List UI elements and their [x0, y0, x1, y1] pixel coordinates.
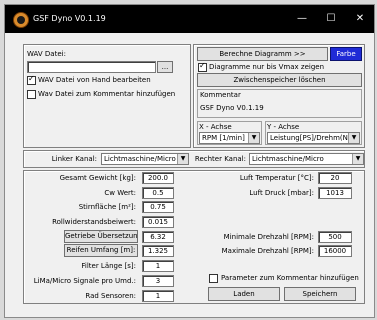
chk-vmax[interactable]: ✓	[198, 61, 207, 72]
y-axis-group: Y - Achse Leistung[PS]/Drehm(Nm) ▼	[265, 121, 362, 145]
x-axis-group: X - Achse RPM [1/min] ▼	[197, 121, 262, 145]
y-axis-label: Y - Achse	[267, 123, 300, 131]
right-channel-select[interactable]: Lichtmaschine/Micro ▼	[249, 153, 364, 165]
air-temp-label: Luft Temperatur [°C]:	[239, 174, 314, 182]
frontal-area-field[interactable]: 0.75	[142, 201, 174, 213]
chk-params-to-comment-label: Parameter zum Kommentar hinzufügen	[221, 274, 359, 282]
check-mark-icon: ✓	[28, 74, 35, 83]
save-button[interactable]: Speichern	[284, 287, 356, 301]
client-area: WAV Datei: ... ✓ WAV Datei von Hand bear…	[5, 33, 374, 317]
browse-button[interactable]: ...	[157, 61, 173, 73]
wav-panel: WAV Datei: ... ✓ WAV Datei von Hand bear…	[23, 44, 191, 148]
y-axis-select[interactable]: Leistung[PS]/Drehm(Nm) ▼	[267, 132, 360, 144]
x-axis-value: RPM [1/min]	[202, 134, 245, 142]
title-bar: GSF Dyno V0.1.19 — ☐ ✕	[5, 5, 374, 33]
chk-vmax-label: Diagramme nur bis Vmax zeigen	[209, 63, 325, 71]
cw-field[interactable]: 0.5	[142, 187, 174, 199]
gear-ratio-button[interactable]: Getriebe Übersetzung:	[64, 230, 138, 243]
chevron-down-icon: ▼	[177, 154, 188, 164]
chk-params-to-comment[interactable]	[209, 274, 218, 283]
chevron-down-icon: ▼	[348, 133, 359, 143]
air-temp-field[interactable]: 20	[318, 172, 352, 184]
gear-ratio-field[interactable]: 6.32	[142, 231, 174, 243]
min-rpm-field[interactable]: 500	[318, 231, 352, 243]
air-pressure-label: Luft Druck [mbar]:	[249, 189, 314, 197]
comment-field[interactable]: GSF Dyno V0.1.19	[200, 104, 264, 112]
channel-bar: Linker Kanal: Lichtmaschine/Micro ▼ Rech…	[23, 150, 365, 168]
signals-per-rev-label: LiMa/Micro Signale pro Umd.:	[33, 277, 136, 285]
parameters-panel: Gesamt Gewicht [kg]: 200.0 Cw Wert: 0.5 …	[23, 170, 365, 304]
chk-wav-to-comment[interactable]	[27, 90, 36, 99]
tire-circumference-field[interactable]: 1.325	[142, 245, 174, 257]
rolling-resistance-field[interactable]: 0.015	[142, 216, 174, 228]
left-channel-value: Lichtmaschine/Micro	[104, 155, 176, 163]
chk-manual-edit-label: WAV Datei von Hand bearbeiten	[38, 76, 151, 84]
filter-length-label: Filter Länge [s]:	[81, 262, 136, 270]
calculate-diagram-button[interactable]: Berechne Diagramm >>	[197, 47, 328, 61]
signals-per-rev-field[interactable]: 3	[142, 275, 174, 287]
chevron-down-icon: ▼	[352, 154, 363, 164]
chk-wav-to-comment-label: Wav Datei zum Kommentar hinzufügen	[38, 90, 176, 98]
y-axis-value: Leistung[PS]/Drehm(Nm)	[270, 134, 358, 142]
left-channel-select[interactable]: Lichtmaschine/Micro ▼	[101, 153, 189, 165]
wheel-sensors-field[interactable]: 1	[142, 290, 174, 302]
diagram-panel: Berechne Diagramm >> Farbe ✓ Diagramme n…	[193, 44, 365, 148]
color-button[interactable]: Farbe	[330, 47, 362, 61]
close-button[interactable]: ✕	[346, 5, 374, 33]
clear-clipboard-button[interactable]: Zwischenspeicher löschen	[197, 73, 362, 87]
min-rpm-label: Minimale Drehzahl [RPM]:	[223, 233, 314, 241]
app-icon	[13, 12, 29, 28]
maximize-button[interactable]: ☐	[317, 5, 345, 33]
air-pressure-field[interactable]: 1013	[318, 187, 352, 199]
chevron-down-icon: ▼	[248, 133, 259, 143]
right-channel-value: Lichtmaschine/Micro	[252, 155, 324, 163]
chk-manual-edit[interactable]: ✓	[27, 74, 36, 85]
max-rpm-field[interactable]: 16000	[318, 245, 352, 257]
x-axis-select[interactable]: RPM [1/min] ▼	[199, 132, 260, 144]
wheel-sensors-label: Rad Sensoren:	[85, 292, 136, 300]
frontal-area-label: Stirnfläche [m²]:	[78, 203, 136, 211]
check-mark-icon: ✓	[199, 61, 206, 70]
wav-file-field[interactable]	[27, 61, 156, 73]
right-channel-label: Rechter Kanal:	[194, 155, 246, 163]
total-weight-label: Gesamt Gewicht [kg]:	[59, 174, 136, 182]
rolling-resistance-label: Rollwiderstandsbeiwert:	[52, 218, 136, 226]
filter-length-field[interactable]: 1	[142, 260, 174, 272]
load-button[interactable]: Laden	[208, 287, 280, 301]
comment-group: Kommentar GSF Dyno V0.1.19	[197, 89, 362, 118]
minimize-button[interactable]: —	[288, 5, 316, 33]
wav-label: WAV Datei:	[27, 50, 66, 58]
total-weight-field[interactable]: 200.0	[142, 172, 174, 184]
app-window: GSF Dyno V0.1.19 — ☐ ✕ WAV Datei: ... ✓ …	[4, 4, 375, 318]
comment-label: Kommentar	[200, 91, 241, 99]
x-axis-label: X - Achse	[199, 123, 232, 131]
max-rpm-label: Maximale Drehzahl [RPM]:	[221, 247, 314, 255]
cw-label: Cw Wert:	[104, 189, 136, 197]
left-channel-label: Linker Kanal:	[51, 155, 97, 163]
tire-circumference-button[interactable]: Reifen Umfang [m]:	[64, 244, 138, 257]
window-title: GSF Dyno V0.1.19	[33, 14, 106, 23]
